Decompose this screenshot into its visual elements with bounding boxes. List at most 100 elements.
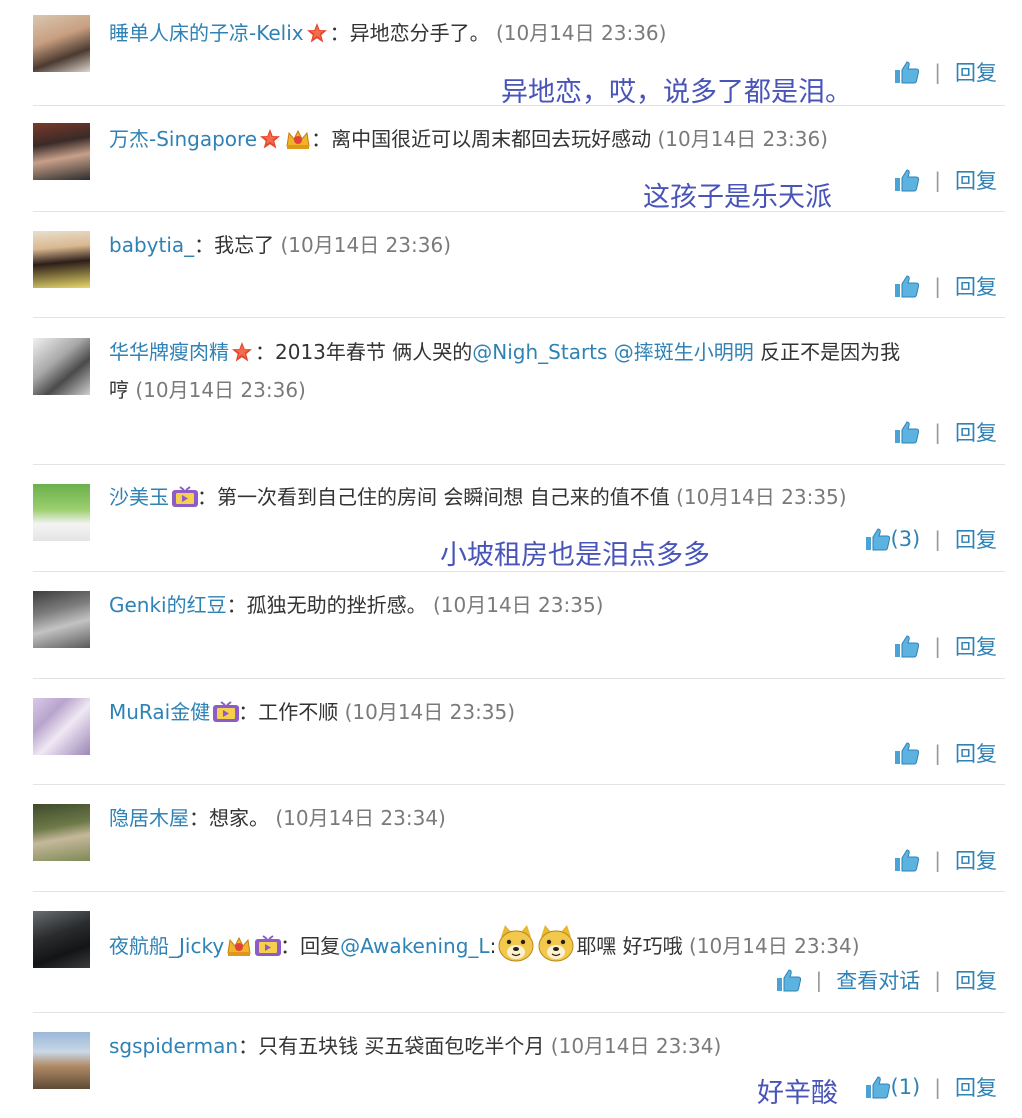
comment-line: 夜航船_Jicky ：回复@Awakening_L: 耶嘿 好巧哦 (10月14日 … (109, 923, 1005, 963)
separator: | (934, 1075, 941, 1099)
timestamp: (10月14日 23:35) (344, 700, 516, 724)
username-link[interactable]: MuRai金健 (109, 700, 210, 724)
avatar[interactable] (33, 123, 90, 180)
comment-text: ：想家。 (189, 806, 269, 830)
avatar[interactable] (33, 338, 90, 395)
username-link[interactable]: 沙美玉 (109, 485, 169, 509)
star-badge-icon (306, 22, 328, 44)
comment-text: ：第一次看到自己住的房间 会瞬间想 自己来的值不值 (197, 485, 670, 509)
comment-text: 反正不是因为我 (753, 340, 901, 364)
avatar[interactable] (33, 591, 90, 648)
star-badge-icon (231, 341, 253, 363)
reply-link[interactable]: 回复 (955, 417, 997, 447)
like-button[interactable] (894, 634, 920, 658)
comment-item: 万杰-Singapore ：离中国很近可以周末都回去玩好感动 (10月14日 23… (33, 107, 1005, 213)
username-link[interactable]: 万杰-Singapore (109, 127, 257, 151)
username-link[interactable]: Genki的红豆 (109, 593, 227, 617)
timestamp: (10月14日 23:36) (135, 378, 306, 402)
thumbs-up-icon (895, 742, 920, 765)
avatar[interactable] (33, 15, 90, 72)
like-button[interactable] (894, 274, 920, 298)
comment-item: 睡单人床的子凉-Kelix ：异地恋分手了。 (10月14日 23:36) 异地恋… (33, 15, 1005, 108)
view-dialog-link[interactable]: 查看对话 (836, 965, 920, 995)
thumbs-up-icon (865, 1076, 890, 1099)
comment-actions: (1) | 回复 (865, 1072, 997, 1102)
separator: | (934, 527, 941, 551)
comment-line: MuRai金健 ：工作不顺 (10月14日 23:35) (109, 699, 1005, 725)
avatar[interactable] (33, 231, 90, 288)
timestamp: (10月14日 23:36) (280, 233, 452, 257)
avatar[interactable] (33, 1032, 90, 1089)
comment-item: sgspiderman：只有五块钱 买五袋面包吃半个月 (10月14日 23:3… (33, 1013, 1005, 1118)
like-button[interactable]: (1) (865, 1075, 921, 1099)
comment-line: sgspiderman：只有五块钱 买五袋面包吃半个月 (10月14日 23:3… (109, 1033, 1005, 1059)
crown-badge-icon (226, 935, 251, 957)
comment-text: ：只有五块钱 买五袋面包吃半个月 (238, 1034, 545, 1058)
tv-badge-icon (254, 935, 282, 957)
comment-text: 哼 (109, 378, 129, 402)
comment-text: : (489, 934, 497, 958)
timestamp: (10月14日 23:34) (275, 806, 446, 830)
tv-badge-icon (171, 486, 198, 508)
comment-actions: | 回复 (894, 418, 997, 446)
like-button[interactable] (894, 168, 920, 192)
like-button[interactable] (894, 741, 920, 765)
thumbs-up-icon (895, 849, 920, 872)
thumbs-up-icon (776, 969, 801, 992)
timestamp: (10月14日 23:36) (657, 127, 828, 151)
avatar[interactable] (33, 911, 90, 968)
reply-link[interactable]: 回复 (955, 57, 997, 87)
reply-link[interactable]: 回复 (955, 524, 997, 554)
comment-line: babytia_：我忘了 (10月14日 23:36) (109, 232, 1005, 258)
comment-text: ：离中国很近可以周末都回去玩好感动 (311, 127, 652, 151)
comment-actions: | 回复 (894, 846, 997, 874)
comment-item: Genki的红豆：孤独无助的挫折感。 (10月14日 23:35) | 回复 (33, 572, 1005, 679)
like-button[interactable]: (3) (865, 527, 920, 551)
crown-badge-icon (285, 128, 310, 150)
separator: | (934, 741, 941, 765)
timestamp: (10月14日 23:35) (676, 485, 847, 509)
comment-item: 隐居木屋：想家。 (10月14日 23:34) | 回复 (33, 785, 1005, 892)
avatar[interactable] (33, 804, 90, 861)
separator: | (934, 60, 941, 84)
doge-emoji-icon (537, 923, 575, 963)
username-link[interactable]: babytia_ (109, 233, 194, 257)
username-link[interactable]: 华华牌瘦肉精 (109, 340, 229, 364)
username-link[interactable]: 隐居木屋 (109, 806, 189, 830)
username-link[interactable]: 睡单人床的子凉-Kelix (109, 21, 304, 45)
username-link[interactable]: sgspiderman (109, 1034, 238, 1058)
separator: | (934, 274, 941, 298)
reply-link[interactable]: 回复 (955, 1072, 997, 1102)
comment-text: ：回复 (280, 934, 341, 958)
tv-badge-icon (212, 701, 240, 723)
reply-link[interactable]: 回复 (955, 965, 997, 995)
like-button[interactable] (894, 60, 920, 84)
thumbs-up-icon (895, 61, 920, 84)
username-link[interactable]: 夜航船_Jicky (109, 934, 224, 958)
separator: | (934, 420, 941, 444)
mention-link[interactable]: @Awakening_L (340, 934, 489, 958)
comment-line: Genki的红豆：孤独无助的挫折感。 (10月14日 23:35) (109, 592, 1005, 618)
comment-line: 万杰-Singapore ：离中国很近可以周末都回去玩好感动 (10月14日 23… (109, 126, 1005, 152)
avatar[interactable] (33, 698, 90, 755)
mention-link[interactable]: @Nigh_Starts (472, 340, 607, 364)
like-button[interactable] (776, 968, 802, 992)
reply-link[interactable]: 回复 (955, 165, 997, 195)
comment-item: 沙美玉 ：第一次看到自己住的房间 会瞬间想 自己来的值不值 (10月14日 23:… (33, 465, 1005, 572)
reply-link[interactable]: 回复 (955, 738, 997, 768)
separator: | (934, 968, 941, 992)
reply-link[interactable]: 回复 (955, 845, 997, 875)
comment-actions: | 回复 (894, 166, 997, 194)
comment-item: 夜航船_Jicky ：回复@Awakening_L: 耶嘿 好巧哦 (10月14日 … (33, 892, 1005, 1013)
reply-link[interactable]: 回复 (955, 271, 997, 301)
like-count: (1) (890, 1075, 921, 1099)
like-button[interactable] (894, 420, 920, 444)
reply-link[interactable]: 回复 (955, 631, 997, 661)
comment-actions: | 回复 (894, 272, 997, 300)
separator: | (934, 168, 941, 192)
comment-text: ：我忘了 (194, 233, 275, 257)
comment-line: 哼 (10月14日 23:36) (109, 377, 1005, 403)
avatar[interactable] (33, 484, 90, 541)
mention-link[interactable]: @摔斑生小明明 (614, 340, 754, 364)
like-button[interactable] (894, 848, 920, 872)
